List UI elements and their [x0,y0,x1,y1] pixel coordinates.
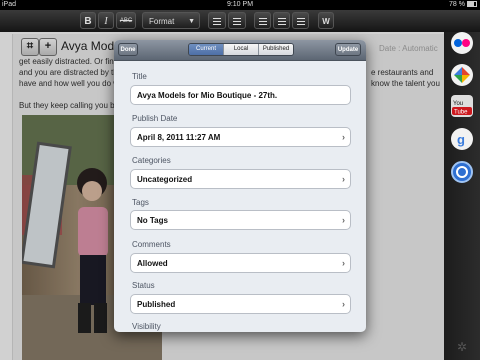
battery-label: 78 % [449,1,465,8]
chevron-right-icon: › [342,132,345,142]
battery-icon [467,1,477,8]
comments-section-label: Comments [132,240,171,249]
version-segmented-control: Current Local Published [188,43,294,56]
categories-section-label: Categories [132,156,171,165]
italic-button[interactable]: I [98,12,114,29]
publish-date-section-label: Publish Date [132,114,178,123]
strikethrough-button[interactable]: ABC [116,12,136,29]
flickr-icon[interactable] [451,32,473,54]
title-section-label: Title [132,72,147,81]
status-bar: iPad 9:10 PM 78 % [0,0,480,10]
chevron-right-icon: › [342,258,345,268]
publish-date-value: April 8, 2011 11:27 AM [137,133,221,142]
tags-section-label: Tags [132,198,149,207]
align-left-icon [258,17,267,25]
settings-icon[interactable]: ✲ [457,340,467,354]
tags-row[interactable]: No Tags › [130,210,351,230]
bullet-list-icon [213,17,221,25]
status-section-label: Status [132,281,155,290]
post-settings-popover: Done Current Local Published Update Titl… [114,40,366,332]
segment-local[interactable]: Local [223,44,258,55]
svg-text:You: You [453,101,463,107]
segment-current[interactable]: Current [189,44,223,55]
picasa-icon[interactable] [451,64,473,86]
web-icon[interactable] [451,161,473,183]
bullet-list-button[interactable] [208,12,226,29]
status-row[interactable]: Published › [130,294,351,314]
update-button[interactable]: Update [335,43,361,56]
youtube-icon[interactable]: You Tube [451,95,473,117]
status-value: Published [137,300,176,309]
categories-value: Uncategorized [137,175,193,184]
format-label: Format [149,17,175,26]
numbered-list-icon [233,17,241,25]
chevron-right-icon: › [342,215,345,225]
svg-text:g: g [457,132,465,147]
publish-date-row[interactable]: April 8, 2011 11:27 AM › [130,127,351,147]
more-button[interactable]: W [318,12,334,29]
format-dropdown[interactable]: Format ▼ [142,12,200,29]
format-toolbar: B I ABC Format ▼ W [0,10,480,33]
numbered-list-button[interactable] [228,12,246,29]
comments-row[interactable]: Allowed › [130,253,351,273]
categories-row[interactable]: Uncategorized › [130,169,351,189]
bold-button[interactable]: B [80,12,96,29]
segment-published[interactable]: Published [258,44,293,55]
visibility-section-label: Visibility [132,322,161,331]
chevron-down-icon: ▼ [188,18,195,25]
svg-text:Tube: Tube [454,110,468,116]
battery-indicator: 78 % [449,0,477,10]
title-value: Avya Models for Mio Boutique - 27th. [137,91,278,100]
service-sidebar: You Tube g ✲ [444,32,480,360]
google-icon[interactable]: g [451,128,473,150]
align-left-button[interactable] [254,12,271,29]
popover-toolbar: Done Current Local Published Update [114,40,366,61]
clock: 9:10 PM [226,1,254,8]
chevron-right-icon: › [342,174,345,184]
align-center-icon [277,17,286,25]
align-center-button[interactable] [273,12,290,29]
align-right-icon [296,17,305,25]
tags-value: No Tags [137,216,168,225]
comments-value: Allowed [137,259,168,268]
title-field[interactable]: Avya Models for Mio Boutique - 27th. [130,85,351,105]
align-right-button[interactable] [292,12,309,29]
done-button[interactable]: Done [118,43,138,56]
chevron-right-icon: › [342,299,345,309]
